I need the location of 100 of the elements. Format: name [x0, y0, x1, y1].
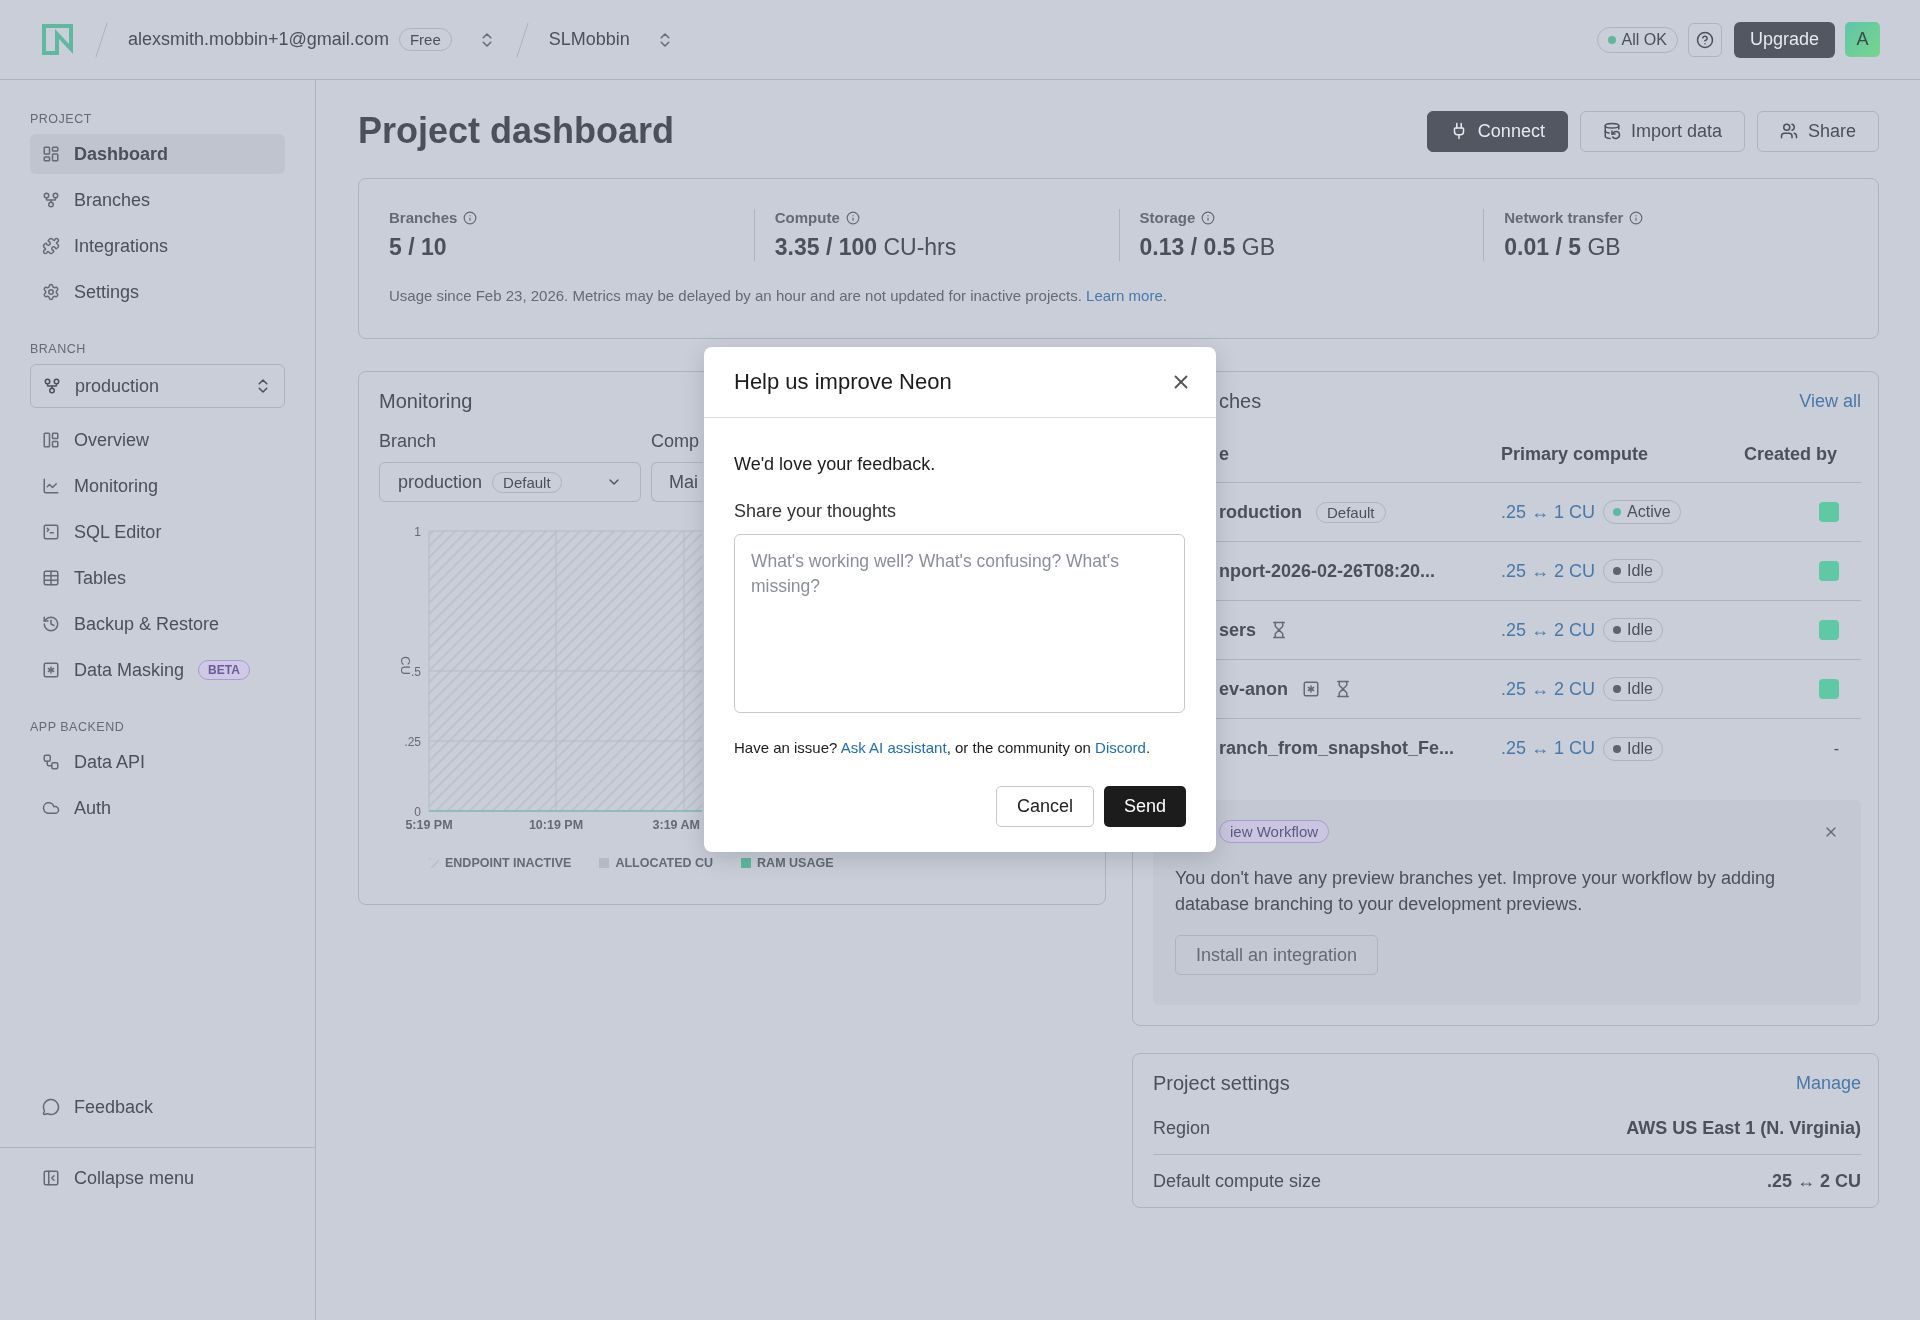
feedback-field[interactable]: What's working well? What's confusing? What's missing?	[734, 534, 1185, 713]
action-button[interactable]: Connect	[1426, 110, 1568, 152]
metric-value: 0.01 / 5 GB	[1504, 234, 1622, 261]
cloud-icon	[42, 799, 60, 817]
setting-label: Region	[1153, 1118, 1211, 1139]
legend-item: ENDPOINT INACTIVE	[429, 856, 572, 870]
nav-item[interactable]: Integrations	[30, 226, 285, 266]
branch-name[interactable]: ev-anon	[1219, 678, 1288, 700]
section-title: APP BACKEND	[29, 720, 126, 734]
compute-size[interactable]: .25 ↔ 1 CU	[1501, 738, 1596, 759]
compute-select[interactable]: Mai	[651, 462, 703, 502]
branch-name[interactable]: sers	[1219, 619, 1257, 641]
legend-item: RAM USAGE	[741, 856, 834, 870]
branch-icon	[43, 377, 61, 395]
axis-tick: .5	[411, 665, 421, 679]
branch-select[interactable]: production Default	[379, 462, 641, 502]
compute-size[interactable]: .25 ↔ 2 CU	[1501, 560, 1596, 582]
nav-item[interactable]: Data API	[30, 742, 285, 782]
creator-text: -	[1833, 739, 1839, 758]
nav-item[interactable]: Auth	[30, 788, 285, 828]
compute-size[interactable]: .25 ↔ 1 CU	[1501, 501, 1596, 523]
field-label: Comp	[651, 431, 700, 452]
nav-item[interactable]: Data Masking BETA	[30, 650, 285, 690]
chat-icon	[42, 1098, 60, 1116]
learn-more-link[interactable]: Learn more	[1086, 287, 1163, 304]
discord-link[interactable]: Discord	[1095, 739, 1146, 756]
field-label: Share your thoughts	[734, 501, 898, 522]
info-icon[interactable]	[1629, 210, 1644, 225]
workflow-badge: iew Workflow	[1219, 820, 1330, 843]
cancel-button[interactable]: Cancel	[995, 786, 1094, 827]
compute-size[interactable]: .25 ↔ 2 CU	[1501, 619, 1596, 641]
card-title: Project settings	[1153, 1072, 1290, 1095]
axis-tick: 5:19 PM	[405, 818, 453, 832]
help-icon	[1695, 30, 1714, 49]
info-icon[interactable]	[463, 210, 478, 225]
feedback-link[interactable]: Feedback	[30, 1087, 285, 1127]
setting-value: .25 ↔ 2 CU	[1766, 1170, 1861, 1192]
preview-text: You don't have any preview branches yet. Improve your workflow by adding database branching to your development previews.	[1175, 867, 1777, 916]
layout-icon	[42, 431, 60, 449]
send-button[interactable]: Send	[1103, 786, 1186, 827]
upgrade-button[interactable]: Upgrade	[1733, 21, 1835, 58]
nav-item[interactable]: Monitoring	[30, 466, 285, 506]
metric-value: 3.35 / 100 CU-hrs	[774, 234, 958, 261]
compute-size[interactable]: .25 ↔ 2 CU	[1501, 678, 1596, 700]
metric-value: 0.13 / 0.5 GB	[1139, 234, 1277, 261]
manage-link[interactable]: Manage	[1795, 1073, 1861, 1094]
nav-item[interactable]: Backup & Restore	[30, 604, 285, 644]
usage-note: Usage since Feb 23, 2026. Metrics may be delayed by an hour and are not updated for inactive projects. Learn more.	[389, 287, 1168, 304]
action-button[interactable]: Share	[1756, 110, 1879, 152]
branch-name[interactable]: nport-2026-02-26T08:20...	[1219, 560, 1436, 582]
setting-value: AWS US East 1 (N. Virginia)	[1626, 1118, 1861, 1139]
dialog-title: Help us improve Neon	[734, 369, 952, 395]
puzzle-icon	[42, 237, 60, 255]
card-title: ches	[1219, 390, 1262, 413]
section-title: BRANCH	[29, 342, 87, 356]
help-button[interactable]	[1687, 22, 1722, 57]
nav-item[interactable]: Tables	[30, 558, 285, 598]
help-text: Have an issue? Ask AI assistant, or the community on Discord.	[734, 739, 1152, 756]
axis-tick: 0	[414, 805, 421, 819]
column-header: Primary compute	[1501, 444, 1650, 465]
beta-badge: BETA	[198, 660, 250, 680]
legend-item: ALLOCATED CU	[599, 856, 714, 870]
nav-item[interactable]: SQL Editor	[30, 512, 285, 552]
metric-value: 5 / 10	[389, 234, 448, 261]
branch-name[interactable]: roduction	[1219, 501, 1302, 523]
asterisk-square-icon	[42, 661, 60, 679]
info-icon[interactable]	[1201, 210, 1216, 225]
nav-item[interactable]: Settings	[30, 272, 285, 312]
settings-icon	[42, 283, 60, 301]
dashboard-icon	[42, 145, 60, 163]
user-avatar[interactable]: A	[1845, 22, 1880, 57]
axis-tick: 1	[414, 525, 421, 539]
collapse-menu-button[interactable]: Collapse menu	[30, 1158, 285, 1198]
collapse-icon	[42, 1169, 60, 1187]
section-title: PROJECT	[29, 112, 93, 126]
nav-item[interactable]: Overview	[30, 420, 285, 460]
column-header: e	[1219, 444, 1230, 465]
axis-tick: 3:19 AM	[652, 818, 700, 832]
view-all-link[interactable]: View all	[1799, 391, 1861, 412]
action-button[interactable]: Import data	[1579, 110, 1745, 152]
axis-tick: 10:19 PM	[528, 818, 584, 832]
axis-tick: .25	[404, 735, 421, 749]
branch-selector[interactable]: production	[30, 364, 285, 408]
table-icon	[42, 569, 60, 587]
dialog-text: We'd love your feedback.	[734, 454, 937, 475]
column-header: Created by	[1742, 444, 1838, 465]
terminal-icon	[42, 523, 60, 541]
account-email: alexsmith.mobbin+1@gmail.com	[128, 29, 389, 50]
info-icon[interactable]	[845, 210, 860, 225]
metric-label: Network transfer	[1504, 209, 1848, 226]
workflow-icon	[42, 753, 60, 771]
install-button[interactable]: Install an integration	[1175, 935, 1379, 975]
field-label: Branch	[379, 431, 438, 452]
history-icon	[42, 615, 60, 633]
ai-assistant-link[interactable]: Ask AI assistant	[840, 739, 947, 756]
branch-name[interactable]: ranch_from_snapshot_Fe...	[1219, 738, 1455, 759]
axis-label: CU	[398, 656, 413, 675]
nav-item[interactable]: Branches	[30, 180, 285, 220]
users-icon	[1779, 122, 1798, 140]
nav-item[interactable]: Dashboard	[30, 134, 285, 174]
